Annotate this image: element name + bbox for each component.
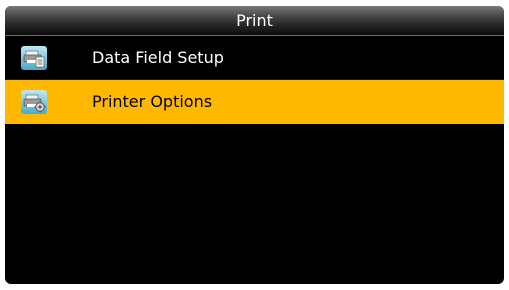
printer-settings-icon	[21, 90, 47, 114]
menu-item-printer-options[interactable]: Printer Options	[5, 80, 504, 124]
device-screen: Print Data Field Setup Printer Options	[5, 6, 504, 284]
page-title: Print	[5, 6, 504, 36]
menu-item-label: Printer Options	[92, 92, 213, 111]
menu-list: Data Field Setup Printer Options	[5, 36, 504, 124]
printer-document-icon	[21, 46, 47, 70]
menu-item-data-field-setup[interactable]: Data Field Setup	[5, 36, 504, 80]
menu-item-label: Data Field Setup	[92, 48, 224, 67]
